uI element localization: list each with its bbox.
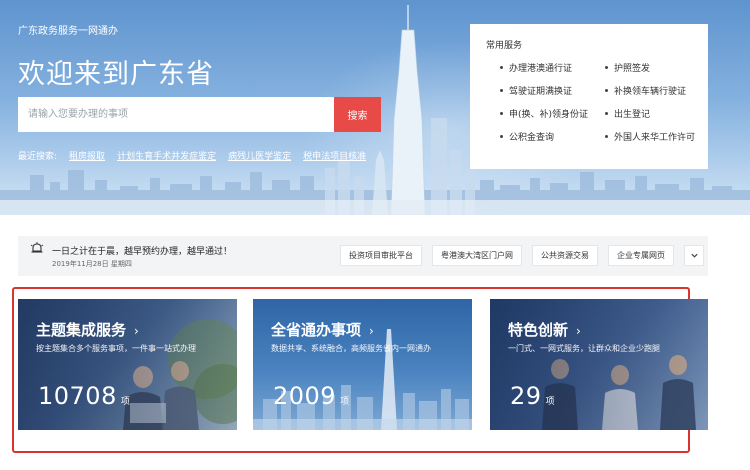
recent-search-link[interactable]: 计划生育手术并发症鉴定 — [117, 149, 216, 162]
card-count: 2009 项 — [273, 382, 350, 410]
recent-searches: 最近搜索: 租房报取 计划生育手术并发症鉴定 病残儿医学鉴定 税申法项目核准 — [18, 149, 366, 162]
bullet-icon — [500, 66, 503, 69]
quick-link-enterprise[interactable]: 企业专属网页 — [608, 245, 674, 266]
common-service-link[interactable]: 出生登记 — [591, 107, 696, 120]
announcement-icon — [30, 242, 44, 253]
chevron-right-icon: › — [369, 324, 374, 338]
bullet-icon — [605, 66, 608, 69]
card-count-value: 10708 — [38, 382, 117, 410]
common-service-link[interactable]: 外国人来华工作许可 — [591, 130, 696, 143]
common-services-title: 常用服务 — [486, 41, 523, 51]
recent-searches-label: 最近搜索: — [18, 152, 58, 162]
search-bar: 搜索 — [18, 97, 381, 132]
common-service-label: 出生登记 — [614, 110, 651, 120]
search-button[interactable]: 搜索 — [334, 97, 381, 132]
common-service-label: 外国人来华工作许可 — [614, 133, 696, 143]
bullet-icon — [500, 112, 503, 115]
chevron-right-icon: › — [134, 324, 139, 338]
common-service-label: 办理港澳通行证 — [509, 64, 573, 74]
more-button[interactable] — [684, 245, 704, 266]
card-count-unit: 项 — [120, 397, 131, 407]
site-name: 广东政务服务一网通办 — [18, 26, 118, 37]
common-service-label: 公积金查询 — [509, 133, 555, 143]
theme-service-card[interactable]: 主题集成服务 › 按主题集合多个服务事项，一件事一站式办理 10708 项 — [18, 299, 237, 430]
recent-search-link[interactable]: 病残儿医学鉴定 — [228, 149, 291, 162]
card-title: 主题集成服务 › — [36, 319, 139, 340]
common-service-link[interactable]: 申(换、补)领身份证 — [486, 107, 591, 120]
bullet-icon — [605, 89, 608, 92]
bullet-icon — [605, 135, 608, 138]
card-count: 29 项 — [510, 382, 555, 410]
notice-bar: 一日之计在于晨，越早预约办理，越早通过！ 2019年11月28日 星期四 投资项… — [18, 236, 708, 276]
card-description: 按主题集合多个服务事项，一件事一站式办理 — [36, 344, 196, 353]
common-service-label: 申(换、补)领身份证 — [509, 110, 589, 120]
common-service-link[interactable]: 公积金查询 — [486, 130, 591, 143]
common-service-link[interactable]: 护照签发 — [591, 61, 696, 74]
card-title-text: 特色创新 — [508, 321, 569, 339]
province-wide-card[interactable]: 全省通办事项 › 数据共享、系统融合，高频服务省内一网通办 2009 项 — [253, 299, 472, 430]
card-title: 全省通办事项 › — [271, 319, 374, 340]
card-count-unit: 项 — [545, 397, 556, 407]
common-service-label: 护照签发 — [614, 64, 651, 74]
featured-innovation-card[interactable]: 特色创新 › 一门式、一网式服务，让群众和企业少跑腿 29 项 — [490, 299, 708, 430]
card-description: 一门式、一网式服务，让群众和企业少跑腿 — [508, 344, 660, 353]
page-title: 欢迎来到广东省 — [18, 59, 214, 90]
search-input[interactable] — [18, 97, 334, 132]
bullet-icon — [500, 89, 503, 92]
common-services-panel: 常用服务 办理港澳通行证 护照签发 驾驶证期满换证 补换领车辆行驶证 申(换、补… — [470, 24, 708, 169]
bullet-icon — [500, 135, 503, 138]
chevron-down-icon — [690, 253, 698, 258]
card-count-unit: 项 — [340, 397, 350, 407]
notice-text: 一日之计在于晨，越早预约办理，越早通过！ — [52, 247, 233, 257]
card-title-text: 全省通办事项 — [271, 321, 362, 339]
notice-date: 2019年11月28日 星期四 — [52, 260, 132, 268]
common-service-label: 补换领车辆行驶证 — [614, 87, 687, 97]
quick-link-investment[interactable]: 投资项目审批平台 — [340, 245, 422, 266]
common-service-link[interactable]: 补换领车辆行驶证 — [591, 84, 696, 97]
card-title-text: 主题集成服务 — [36, 321, 127, 339]
quick-link-greater-bay-area[interactable]: 粤港澳大湾区门户网 — [432, 245, 522, 266]
card-description: 数据共享、系统融合，高频服务省内一网通办 — [271, 344, 431, 353]
card-count-value: 2009 — [273, 382, 337, 410]
card-count-value: 29 — [510, 382, 542, 410]
common-service-link[interactable]: 办理港澳通行证 — [486, 61, 591, 74]
bullet-icon — [605, 112, 608, 115]
common-service-link[interactable]: 驾驶证期满换证 — [486, 84, 591, 97]
quick-links: 投资项目审批平台 粤港澳大湾区门户网 公共资源交易 企业专属网页 — [340, 245, 704, 266]
chevron-right-icon: › — [576, 324, 581, 338]
recent-search-link[interactable]: 税申法项目核准 — [303, 149, 366, 162]
common-service-label: 驾驶证期满换证 — [509, 87, 573, 97]
card-count: 10708 项 — [38, 382, 130, 410]
quick-link-public-resources[interactable]: 公共资源交易 — [532, 245, 598, 266]
hero-banner: 广东政务服务一网通办 欢迎来到广东省 搜索 最近搜索: 租房报取 计划生育手术并… — [0, 0, 750, 215]
card-title: 特色创新 › — [508, 319, 581, 340]
recent-search-link[interactable]: 租房报取 — [69, 149, 105, 162]
